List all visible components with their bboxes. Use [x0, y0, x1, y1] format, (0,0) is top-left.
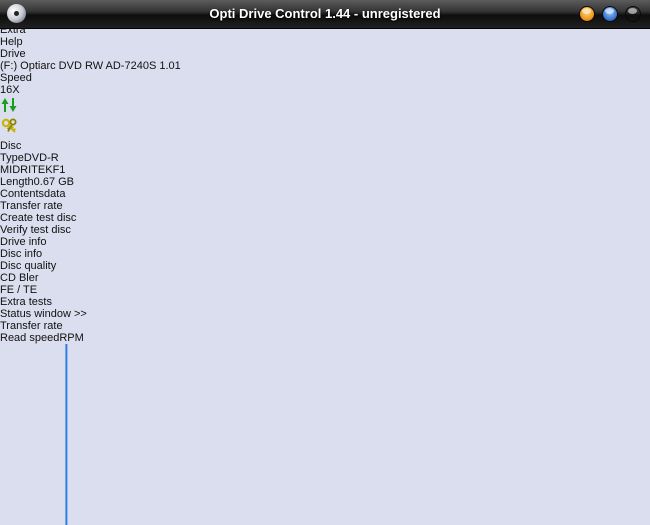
title-bar[interactable]: Opti Drive Control 1.44 - unregistered [0, 0, 650, 29]
disc-info-row-mid: MIDRITEKF1 [0, 164, 650, 176]
legend-item-read-speed: Read speed [0, 332, 59, 344]
refresh-arrows-icon [0, 96, 18, 114]
nav-item-disc-info[interactable]: Disc info [0, 248, 650, 260]
refresh-drive-button[interactable] [0, 96, 650, 117]
disc-info-label: Length [0, 176, 34, 188]
disc-info-label: MID [0, 164, 20, 176]
speed-label: Speed [0, 72, 32, 84]
disc-info-label: Contents [0, 188, 44, 200]
nav-item-label: Transfer rate [0, 200, 63, 212]
drive-label: Drive [0, 48, 26, 60]
disc-info-row-contents: Contentsdata [0, 188, 650, 200]
nav-item-drive-info[interactable]: Drive info [0, 236, 650, 248]
nav-item-extra-tests[interactable]: Extra tests [0, 296, 650, 308]
nav-item-label: Verify test disc [0, 224, 71, 236]
drive-select[interactable]: (F:) Optiarc DVD RW AD-7240S 1.01 [0, 60, 650, 72]
app-window: Opti Drive Control 1.44 - unregistered F… [0, 0, 650, 525]
window-title: Opti Drive Control 1.44 - unregistered [0, 6, 650, 21]
speed-select-value: 16X [0, 84, 20, 96]
register-button[interactable] [0, 117, 650, 140]
close-button[interactable] [625, 6, 641, 22]
panel-title: Transfer rate [0, 320, 63, 332]
keys-icon [0, 117, 20, 137]
nav-item-label: Drive info [0, 236, 46, 248]
minimize-button[interactable] [579, 6, 595, 22]
chart-plot-area[interactable] [0, 344, 650, 525]
nav-item-verify-test-disc[interactable]: Verify test disc [0, 224, 650, 236]
nav-item-cd-bler[interactable]: CD Bler [0, 272, 650, 284]
nav-item-create-test-disc[interactable]: Create test disc [0, 212, 650, 224]
nav-item-label: Extra tests [0, 296, 52, 308]
nav-item-label: Disc info [0, 248, 42, 260]
disc-info-value: DVD-R [24, 152, 59, 164]
main-panel: Transfer rate Read speedRPM 24 X22 X20 X… [0, 320, 650, 525]
disc-panel-title: Disc [0, 140, 650, 152]
legend-label: Read speed [0, 332, 59, 344]
nav-item-label: Create test disc [0, 212, 76, 224]
panel-header: Transfer rate [0, 320, 650, 332]
maximize-button[interactable] [602, 6, 618, 22]
disc-info-value: data [44, 188, 65, 200]
chart-legend: Read speedRPM [0, 332, 650, 344]
nav-item-disc-quality[interactable]: Disc quality [0, 260, 650, 272]
nav-item-fe-te[interactable]: FE / TE [0, 284, 650, 296]
nav-item-label: CD Bler [0, 272, 39, 284]
disc-info-row-length: Length0.67 GB [0, 176, 650, 188]
sidebar: Disc TypeDVD-RMIDRITEKF1Length0.67 GBCon… [0, 140, 650, 320]
speed-select[interactable]: 16X [0, 84, 650, 96]
disc-info-label: Type [0, 152, 24, 164]
status-window-button[interactable]: Status window >> [0, 308, 650, 320]
disc-info-value: 0.67 GB [34, 176, 74, 188]
sidebar-nav: Transfer rateCreate test discVerify test… [0, 200, 650, 308]
menu-item-help[interactable]: Help [0, 36, 650, 48]
legend-item-rpm: RPM [59, 332, 83, 344]
nav-item-transfer-rate[interactable]: Transfer rate [0, 200, 650, 212]
disc-info-panel: Disc TypeDVD-RMIDRITEKF1Length0.67 GBCon… [0, 140, 650, 200]
legend-label: RPM [59, 332, 83, 344]
disc-info-value: RITEKF1 [20, 164, 65, 176]
drive-select-value: (F:) Optiarc DVD RW AD-7240S 1.01 [0, 60, 181, 72]
disc-info-row-type: TypeDVD-R [0, 152, 650, 164]
transfer-rate-chart: Read speedRPM 24 X22 X20 X18 X16 X14 X12… [0, 332, 650, 525]
toolbar: Drive (F:) Optiarc DVD RW AD-7240S 1.01 … [0, 48, 650, 140]
nav-item-label: FE / TE [0, 284, 37, 296]
nav-item-label: Disc quality [0, 260, 56, 272]
